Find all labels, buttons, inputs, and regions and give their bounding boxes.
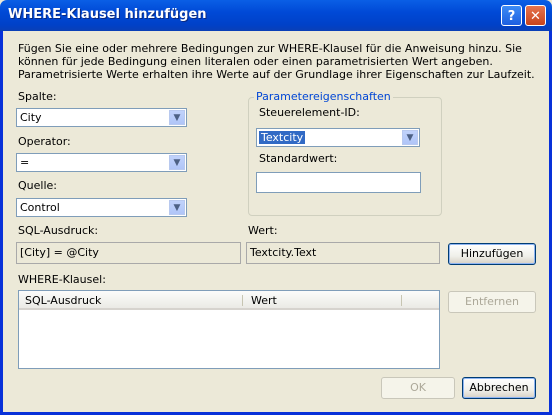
quelle-combobox[interactable]: Control ▼ [16,198,187,217]
sql-expr-value: [City] = @City [20,246,99,259]
chevron-down-icon[interactable]: ▼ [402,130,418,145]
operator-label: Operator: [18,135,71,148]
wert-field: Textcity.Text [246,242,440,264]
column-header-filler [403,291,439,310]
wert-value: Textcity.Text [250,246,317,259]
column-header-wert-text: Wert [251,294,277,307]
where-clause-label: WHERE-Klausel: [18,273,106,286]
close-button[interactable]: ✕ [525,5,546,26]
quelle-value: Control [20,201,60,214]
param-group-title: Parametereigenschaften [254,90,393,103]
chevron-down-icon[interactable]: ▼ [169,200,185,215]
remove-button[interactable]: Entfernen [448,291,536,313]
spalte-combobox[interactable]: City ▼ [16,108,187,127]
column-divider [242,295,243,306]
column-header-wert[interactable]: Wert [245,291,403,310]
default-value-label: Standardwert: [259,152,338,165]
cancel-button[interactable]: Abbrechen [462,377,536,399]
column-divider [401,295,402,306]
quelle-label: Quelle: [18,179,57,192]
chevron-down-icon[interactable]: ▼ [169,155,185,170]
operator-combobox[interactable]: = ▼ [16,153,187,172]
help-button[interactable]: ? [501,5,522,26]
title-bar[interactable]: WHERE-Klausel hinzufügen ? ✕ [0,0,552,31]
intro-text: Fügen Sie eine oder mehrere Bedingungen … [18,42,535,81]
control-id-label: Steuerelement-ID: [259,106,360,119]
control-id-combobox[interactable]: Textcity ▼ [256,128,420,147]
default-value-input[interactable] [256,172,421,193]
column-header-sql-text: SQL-Ausdruck [25,294,102,307]
sql-expr-label: SQL-Ausdruck: [18,224,99,237]
where-clause-list[interactable]: SQL-Ausdruck Wert [18,290,440,369]
window-frame-left [0,31,3,415]
window-title: WHERE-Klausel hinzufügen [8,7,207,22]
column-header-sql[interactable]: SQL-Ausdruck [19,291,245,310]
operator-value: = [20,156,30,169]
wert-label: Wert: [248,224,278,237]
ok-button[interactable]: OK [381,377,455,399]
chevron-down-icon[interactable]: ▼ [169,110,185,125]
spalte-value: City [20,111,42,124]
sql-expr-field: [City] = @City [16,242,241,264]
add-button[interactable]: Hinzufügen [448,243,536,265]
control-id-value: Textcity [259,131,306,144]
spalte-label: Spalte: [18,90,57,103]
